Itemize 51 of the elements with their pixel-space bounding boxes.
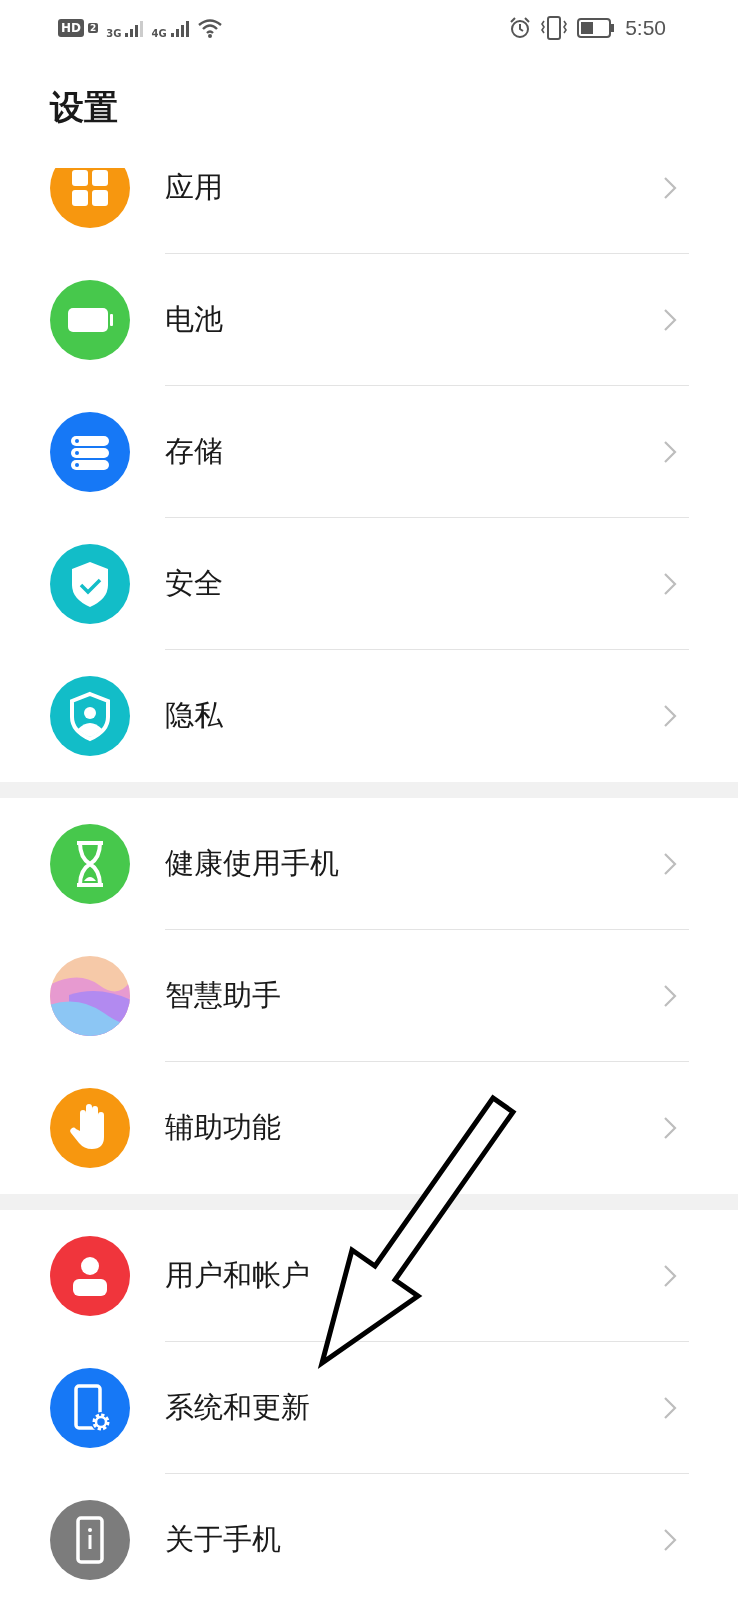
settings-item[interactable]: 健康使用手机 <box>0 798 738 930</box>
hand-icon <box>49 1087 131 1169</box>
sim-indicator: 2 <box>88 22 99 33</box>
chevron-icon <box>663 1395 677 1420</box>
item-label: 隐私 <box>165 697 223 734</box>
settings-item[interactable]: 电池 <box>0 254 738 386</box>
chevron-icon <box>663 983 677 1008</box>
vibrate-icon <box>541 15 568 40</box>
settings-item[interactable]: 隐私 <box>0 650 738 782</box>
chevron-icon <box>663 571 677 596</box>
item-label: 用户和帐户 <box>165 1256 310 1294</box>
item-label: 电池 <box>165 300 223 338</box>
security-icon <box>49 543 131 625</box>
hd-voice-indicator: HD <box>58 18 84 37</box>
chevron-icon <box>663 1263 677 1288</box>
chevron-icon <box>663 851 677 876</box>
wifi-icon <box>196 17 223 38</box>
item-label: 智慧助手 <box>165 976 281 1014</box>
item-label: 健康使用手机 <box>165 844 339 882</box>
settings-item[interactable]: 关于手机 <box>0 1474 738 1600</box>
chevron-icon <box>663 175 677 200</box>
battery-icon <box>577 17 616 38</box>
chevron-icon <box>663 704 677 728</box>
item-label: 辅助功能 <box>165 1109 281 1146</box>
about-icon <box>49 1499 131 1581</box>
settings-item[interactable]: 系统和更新 <box>0 1342 738 1474</box>
chevron-icon <box>663 1116 677 1140</box>
battery-icon <box>49 279 131 361</box>
chevron-icon <box>663 439 677 464</box>
storage-icon <box>49 411 131 493</box>
user-icon <box>49 1235 131 1317</box>
page-title: 设置 <box>48 86 119 129</box>
settings-item[interactable]: 存储 <box>0 386 738 518</box>
item-label: 应用 <box>165 168 223 206</box>
system-icon <box>49 1367 131 1449</box>
hourglass-icon <box>49 823 131 905</box>
chevron-icon <box>663 1528 677 1552</box>
item-label: 存储 <box>165 432 223 470</box>
settings-item[interactable]: 安全 <box>0 518 738 650</box>
network-type: 4G <box>151 28 167 39</box>
clock-time: 5:50 <box>625 15 666 40</box>
settings-item[interactable]: 应用 <box>0 168 738 254</box>
item-label: 关于手机 <box>165 1521 281 1558</box>
chevron-icon <box>663 307 677 332</box>
item-label: 系统和更新 <box>165 1388 310 1426</box>
item-label: 安全 <box>165 564 223 602</box>
apps-icon <box>49 168 131 229</box>
settings-item[interactable]: 智慧助手 <box>0 930 738 1062</box>
network-type: 3G <box>106 28 122 39</box>
alarm-icon <box>509 16 532 39</box>
privacy-icon <box>49 675 131 757</box>
